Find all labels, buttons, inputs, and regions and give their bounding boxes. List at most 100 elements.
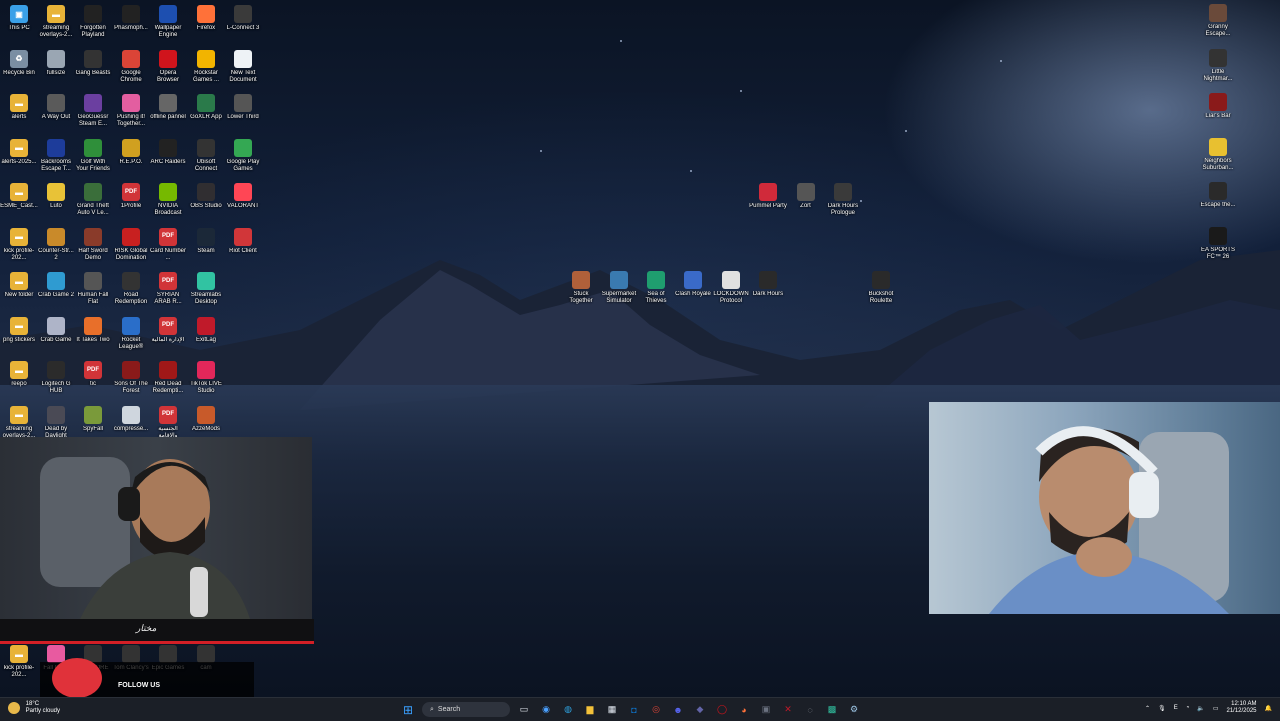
desktop-icon[interactable]: Road Redemption	[112, 272, 150, 306]
desktop-icon[interactable]: PDF tic	[74, 361, 112, 388]
desktop-icon[interactable]: GoXLR App	[187, 94, 225, 121]
desktop-icon[interactable]: PDF SYRIAN ARAB R...	[149, 272, 187, 306]
desktop-icon[interactable]: Golf With Your Friends	[74, 138, 112, 173]
desktop-icon[interactable]: Zort	[787, 183, 825, 210]
desktop-icon[interactable]: Human Fall Flat	[74, 272, 112, 306]
outlook-icon[interactable]: ◘	[626, 702, 642, 718]
desktop-icon[interactable]: ARC Raiders	[149, 138, 187, 166]
desktop-icon[interactable]: Crab Game 2	[37, 272, 75, 299]
desktop-icon[interactable]: ▬ streaming overlays-2...	[37, 5, 75, 39]
clock[interactable]: 12:10 AM 21/12/2025	[1226, 701, 1256, 715]
desktop-icon[interactable]: PDF Card Number ...	[149, 227, 187, 262]
edge-icon[interactable]: ◍	[560, 702, 576, 718]
desktop-icon[interactable]: LOCKDOWN Protocol	[712, 271, 750, 305]
desktop-icon[interactable]: PDF الإدارة المالية	[149, 316, 187, 344]
notification-icon[interactable]: 🔔	[1265, 705, 1272, 712]
desktop-icon[interactable]: Logitech G HUB	[37, 361, 75, 395]
desktop-icon[interactable]: offline pannel	[149, 94, 187, 121]
desktop-icon[interactable]: GeoGuessr Steam E...	[74, 94, 112, 128]
battery-icon[interactable]: ▭	[1213, 705, 1219, 712]
steam-icon[interactable]: ⚙	[846, 702, 862, 718]
task-view-icon[interactable]: ▭	[516, 702, 532, 718]
desktop-icon[interactable]: Pummel Party	[749, 183, 787, 210]
desktop-icon[interactable]: Dark Hours	[749, 271, 787, 298]
desktop-icon[interactable]: TikTok LIVE Studio	[187, 361, 225, 395]
desktop-icon[interactable]: Rockstar Games ...	[187, 49, 225, 84]
desktop-icon[interactable]: OBS Studio	[187, 183, 225, 210]
desktop-icon[interactable]: Wallpaper Engine	[149, 5, 187, 39]
copilot-icon[interactable]: ◉	[538, 702, 554, 718]
chrome-icon[interactable]: ◎	[648, 702, 664, 718]
desktop-icon[interactable]: Streamlabs Desktop	[187, 272, 225, 306]
desktop-icon[interactable]: Counter-Str... 2	[37, 227, 75, 262]
desktop-icon[interactable]: Backrooms Escape T...	[37, 138, 75, 173]
desktop-icon[interactable]: ▬ kick profile-202...	[0, 227, 38, 262]
desktop-icon[interactable]: ▬ streaming overlays-2...	[0, 405, 38, 440]
desktop-icon[interactable]: Forgotten Playland	[74, 5, 112, 39]
desktop-icon[interactable]: Google Play Games	[224, 138, 262, 173]
desktop-icon[interactable]: AzzeMods	[187, 405, 225, 433]
streamlabs-icon[interactable]: ▩	[824, 702, 840, 718]
desktop-icon[interactable]: EA SPORTS FC™ 26	[1199, 226, 1237, 261]
chevron-up-icon[interactable]: ⌃	[1145, 705, 1150, 712]
desktop-icon[interactable]: Sea of Thieves	[637, 271, 675, 305]
goxlr-icon[interactable]: ▣	[758, 702, 774, 718]
desktop-icon[interactable]: Granny Escape...	[1199, 4, 1237, 38]
desktop-icon[interactable]: Gang Beasts	[74, 49, 112, 77]
desktop-icon[interactable]: Sons Of The Forest	[112, 361, 150, 395]
desktop-icon[interactable]: Neighbors Suburban...	[1199, 137, 1237, 172]
desktop-icon[interactable]: Crab Game	[37, 316, 75, 344]
firefox-icon[interactable]: ◕	[736, 702, 752, 718]
desktop-icon[interactable]: ▬ ESME_Cast...	[0, 183, 38, 210]
desktop-icon[interactable]: Riot Client	[224, 227, 262, 255]
desktop-icon[interactable]: Luto	[37, 183, 75, 210]
desktop-icon[interactable]: Opera Browser	[149, 49, 187, 84]
desktop-icon[interactable]: Clash Royale	[674, 271, 712, 298]
desktop-icon[interactable]: Firefox	[187, 5, 225, 32]
discord-icon[interactable]: ☻	[670, 702, 686, 718]
desktop-icon[interactable]: New Text Document	[224, 49, 262, 84]
microphone-icon[interactable]: 🎙	[1158, 705, 1166, 712]
desktop-icon[interactable]: Google Chrome	[112, 49, 150, 84]
desktop-icon[interactable]: ▬ png stickers	[0, 316, 38, 344]
desktop-icon[interactable]: ▬ kick profile-202...	[0, 645, 38, 679]
desktop-icon[interactable]: Half Sword Demo	[74, 227, 112, 262]
desktop-icon[interactable]: L-Connect 3	[224, 5, 262, 32]
store-icon[interactable]: ▦	[604, 702, 620, 718]
obs-icon[interactable]: ◌	[802, 702, 818, 718]
weather-widget[interactable]: 18°C Partly cloudy	[8, 701, 60, 715]
desktop-icon[interactable]: Ubisoft Connect	[187, 138, 225, 173]
desktop-icon[interactable]: ▣ This PC	[0, 5, 38, 32]
desktop-icon[interactable]: PDF الجنسية والإقامة	[149, 405, 187, 440]
network-icon[interactable]: ◔	[1186, 705, 1190, 711]
desktop-icon[interactable]: Grand Theft Auto V Le...	[74, 183, 112, 217]
desktop-icon[interactable]: Dead by Daylight	[37, 405, 75, 440]
desktop-icon[interactable]: Steam	[187, 227, 225, 255]
desktop-icon[interactable]: Rocket League®	[112, 316, 150, 351]
desktop-icon[interactable]: RISK Global Domination	[112, 227, 150, 262]
desktop-icon[interactable]: Supermarket Simulator	[600, 271, 638, 305]
desktop-icon[interactable]: PDF 1Profile	[112, 183, 150, 210]
desktop-icon[interactable]: Little Nightmar...	[1199, 48, 1237, 83]
desktop-icon[interactable]: VALORANT	[224, 183, 262, 210]
desktop-icon[interactable]: SpyFall	[74, 405, 112, 433]
desktop-icon[interactable]: Stuck Together	[562, 271, 600, 305]
desktop-icon[interactable]: Liar's Bar	[1199, 93, 1237, 120]
desktop-icon[interactable]: NVIDIA Broadcast	[149, 183, 187, 217]
desktop-icon[interactable]: ▬ alerts-2025...	[0, 138, 38, 166]
desktop-icon[interactable]: ♻ Recycle Bin	[0, 49, 38, 77]
desktop-icon[interactable]: ExitLag	[187, 316, 225, 344]
volume-icon[interactable]: 🔈	[1197, 705, 1204, 712]
exitlag-icon[interactable]: ✕	[780, 702, 796, 718]
desktop-icon[interactable]: ▬ New folder	[0, 272, 38, 299]
desktop-icon[interactable]: fullsize	[37, 49, 75, 77]
language-indicator[interactable]: E	[1174, 705, 1178, 711]
desktop-icon[interactable]: compresse...	[112, 405, 150, 433]
file-explorer-icon[interactable]: ▆	[582, 702, 598, 718]
desktop-icon[interactable]: Buckshot Roulette	[862, 271, 900, 305]
desktop-icon[interactable]: Lower Third	[224, 94, 262, 121]
desktop-icon[interactable]: ▬ reepo	[0, 361, 38, 388]
desktop-icon[interactable]: It Takes Two	[74, 316, 112, 344]
teams-icon[interactable]: ◆	[692, 702, 708, 718]
desktop-icon[interactable]: A Way Out	[37, 94, 75, 121]
